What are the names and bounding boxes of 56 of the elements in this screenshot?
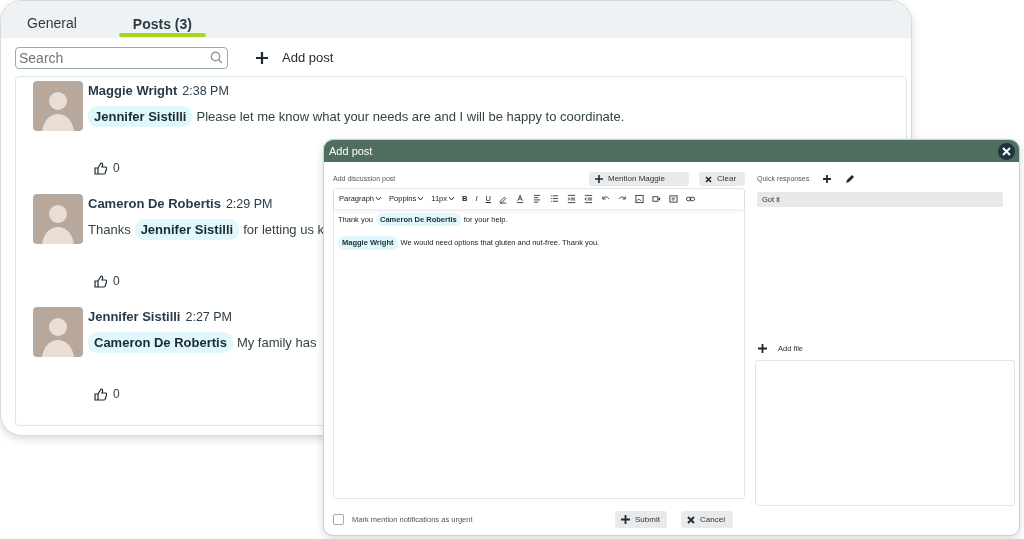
post-text: Please let me know what your needs are and I will be happy to coordinate. [196,107,625,126]
plus-icon [758,344,767,354]
post-time: 2:38 PM [182,83,229,100]
outdent-icon[interactable] [584,194,594,204]
cancel-button[interactable]: Cancel [681,511,733,528]
clear-button[interactable]: Clear [699,172,745,186]
post-text: My family has [236,333,317,352]
like-icon[interactable] [94,161,107,175]
tab[interactable]: General [25,1,79,38]
author-name: Maggie Wright [88,82,178,100]
close-icon [1002,146,1011,156]
search-icon [210,51,223,64]
list-icon[interactable] [550,194,560,204]
author-name: Cameron De Robertis [88,195,221,213]
mention-tag[interactable]: Jennifer Sistilli [88,105,193,128]
caret-icon [376,197,382,202]
caret-icon [418,197,424,202]
indent-icon[interactable] [567,194,577,204]
plus-icon [621,515,630,524]
like-icon[interactable] [94,274,107,288]
embed-icon[interactable] [669,194,679,204]
submit-button[interactable]: Submit [615,511,667,528]
post-text: Thanks [88,220,131,239]
mention-button[interactable]: Mention Maggie [589,172,689,186]
author-name: Jennifer Sistilli [88,308,181,326]
plus-icon [595,175,603,183]
text-color-icon[interactable] [516,194,526,204]
close-button[interactable] [998,142,1015,160]
search-field[interactable]: Search [15,46,228,70]
tab[interactable]: Posts (3) [118,1,206,38]
avatar-placeholder [33,307,83,357]
video-icon[interactable] [652,194,662,204]
align-icon[interactable] [533,194,543,204]
pen-icon[interactable] [499,194,509,204]
avatar-placeholder [33,194,83,244]
close-icon [687,515,695,524]
pencil-icon[interactable] [845,174,855,184]
post-time: 2:27 PM [185,309,233,326]
mention-tag[interactable]: Cameron De Robertis [88,331,233,354]
image-icon[interactable] [635,194,645,204]
post-time: 2:29 PM [225,196,273,213]
mention-tag[interactable]: Jennifer Sistilli [134,218,240,241]
close-icon [705,175,712,183]
post-text: for letting us k [243,220,325,239]
like-count: 0 [113,273,120,291]
add-icon[interactable] [823,175,832,183]
avatar-placeholder [33,81,83,131]
link-icon[interactable] [686,194,696,204]
like-count: 0 [113,160,120,178]
caret-icon [449,197,455,202]
like-count: 0 [113,386,120,404]
add-post-button[interactable]: Add post [256,48,334,68]
like-icon[interactable] [94,387,107,401]
urgent-checkbox[interactable] [333,514,344,525]
plus-icon [256,52,268,64]
dialog-title: Add post [329,143,373,159]
